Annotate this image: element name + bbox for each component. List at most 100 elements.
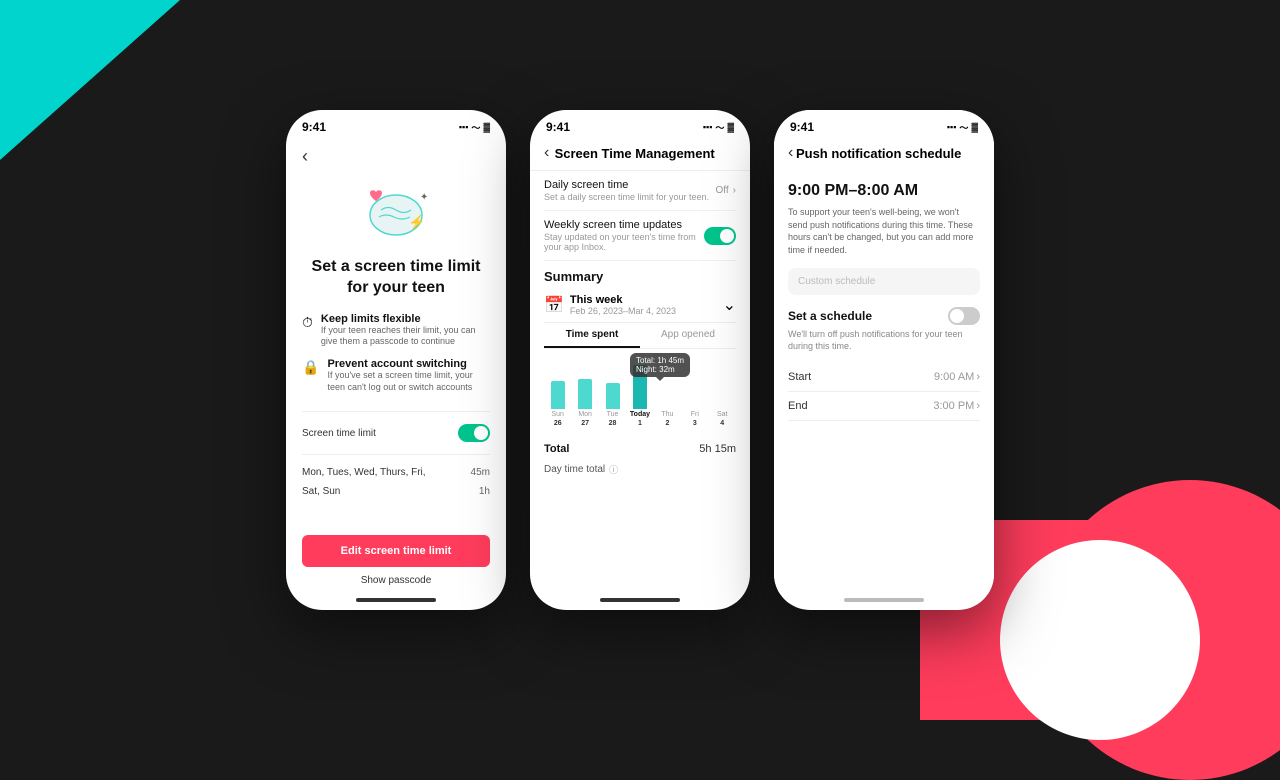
end-time-row[interactable]: End 3:00 PM › — [788, 392, 980, 421]
week-selector[interactable]: 📅 This week Feb 26, 2023–Mar 4, 2023 ⌄ — [544, 288, 736, 323]
chart-tabs: Time spent App opened — [544, 323, 736, 349]
tab-app-opened[interactable]: App opened — [640, 323, 736, 348]
status-icons-3: ▪▪▪ 〜 ▓ — [947, 121, 978, 134]
schedule-weekend-label: Sat, Sun — [302, 486, 340, 497]
edit-screen-time-btn[interactable]: Edit screen time limit — [302, 535, 490, 567]
bar-sun-value — [551, 381, 565, 409]
schedule-weekdays-row: Mon, Tues, Wed, Thurs, Fri, 45m — [302, 463, 490, 482]
total-label: Total — [544, 443, 569, 455]
tab-time-spent[interactable]: Time spent — [544, 323, 640, 348]
wifi-icon-2: 〜 — [715, 121, 724, 134]
phone-screen-time-management: 9:41 ▪▪▪ 〜 ▓ ‹ Screen Time Management Da… — [530, 110, 750, 610]
divider-1 — [302, 411, 490, 412]
phone3-content: ‹ Push notification schedule 9:00 PM–8:0… — [774, 138, 994, 594]
bg-white-arc — [1000, 540, 1200, 740]
svg-text:✦: ✦ — [420, 192, 428, 203]
daily-label: Daily screen time — [544, 179, 709, 191]
battery-icon-2: ▓ — [727, 122, 734, 132]
weekly-toggle[interactable] — [704, 227, 736, 245]
divider-2 — [302, 454, 490, 455]
wifi-icon: 〜 — [471, 121, 480, 134]
phone2-nav-title: Screen Time Management — [549, 146, 720, 161]
battery-icon: ▓ — [483, 122, 490, 132]
total-value: 5h 15m — [699, 443, 736, 455]
phones-container: 9:41 ▪▪▪ 〜 ▓ ‹ ✦ — [286, 110, 994, 610]
set-schedule-row: Set a schedule — [788, 307, 980, 325]
schedule-weekend-row: Sat, Sun 1h — [302, 482, 490, 501]
phone3-main: 9:00 PM–8:00 AM To support your teen's w… — [774, 170, 994, 594]
end-label: End — [788, 400, 808, 412]
phone2-content: ‹ Screen Time Management Daily screen ti… — [530, 138, 750, 594]
daily-sub: Set a daily screen time limit for your t… — [544, 192, 709, 202]
chevron-right-start: › — [976, 371, 980, 383]
brain-illustration: ✦ ⚡ — [346, 175, 446, 245]
calendar-icon: 📅 — [544, 295, 564, 315]
daily-screen-time-row[interactable]: Daily screen time Set a daily screen tim… — [544, 171, 736, 211]
bar-mon: Mon 27 — [573, 357, 596, 427]
home-indicator-2 — [600, 598, 680, 602]
set-schedule-desc: We'll turn off push notifications for yo… — [788, 329, 980, 352]
set-schedule-label: Set a schedule — [788, 309, 872, 323]
feature2-title: Prevent account switching — [327, 358, 490, 370]
daily-value: Off — [716, 185, 729, 196]
status-time-1: 9:41 — [302, 120, 326, 134]
screen-time-limit-row: Screen time limit — [302, 420, 490, 446]
screen-time-limit-label: Screen time limit — [302, 428, 376, 439]
phone1-main-title: Set a screen time limit for your teen — [302, 257, 490, 299]
show-passcode-btn[interactable]: Show passcode — [353, 567, 440, 594]
phone3-navbar: ‹ Push notification schedule — [774, 138, 994, 170]
feature1-title: Keep limits flexible — [321, 313, 490, 325]
wifi-icon-3: 〜 — [959, 121, 968, 134]
bar-tue: Tue 28 — [601, 357, 624, 427]
schedule-weekdays-value: 45m — [471, 467, 490, 478]
weekly-label: Weekly screen time updates — [544, 219, 704, 231]
set-schedule-toggle[interactable] — [948, 307, 980, 325]
bar-chart: Total: 1h 45m Night: 32m Sun 26 — [544, 353, 736, 433]
schedule-weekdays-label: Mon, Tues, Wed, Thurs, Fri, — [302, 467, 426, 478]
weekly-updates-row: Weekly screen time updates Stay updated … — [544, 211, 736, 261]
phone3-nav-title: Push notification schedule — [793, 146, 964, 161]
phone-screen-time-limit: 9:41 ▪▪▪ 〜 ▓ ‹ ✦ — [286, 110, 506, 610]
custom-schedule-placeholder: Custom schedule — [798, 276, 875, 287]
lock-icon: 🔒 — [302, 359, 319, 376]
status-bar-3: 9:41 ▪▪▪ 〜 ▓ — [774, 110, 994, 138]
total-section: Total 5h 15m Day time total ⓘ — [544, 433, 736, 482]
push-time-range: 9:00 PM–8:00 AM — [788, 182, 980, 200]
status-bar-1: 9:41 ▪▪▪ 〜 ▓ — [286, 110, 506, 138]
screen-time-toggle[interactable] — [458, 424, 490, 442]
bar-sun: Sun 26 — [546, 357, 569, 427]
bar-sat: Sat 4 — [711, 357, 734, 427]
signal-icon: ▪▪▪ — [459, 122, 469, 132]
phone1-content: ‹ ✦ ⚡ Set a screen time limit for — [286, 138, 506, 594]
start-time-row[interactable]: Start 9:00 AM › — [788, 363, 980, 392]
phone2-navbar: ‹ Screen Time Management — [530, 138, 750, 171]
custom-schedule-field[interactable]: Custom schedule — [788, 268, 980, 295]
status-icons-1: ▪▪▪ 〜 ▓ — [459, 121, 490, 134]
bars-container: Sun 26 Mon 27 — [544, 369, 736, 427]
tooltip-night: Night: 32m — [636, 365, 684, 374]
feature2-desc: If you've set a screen time limit, your … — [327, 370, 490, 393]
feature-keep-limits: ⏱ Keep limits flexible If your teen reac… — [302, 313, 490, 348]
info-icon: ⓘ — [609, 463, 618, 476]
chevron-right-end: › — [976, 400, 980, 412]
battery-icon-3: ▓ — [971, 122, 978, 132]
daytime-row: Day time total ⓘ — [544, 459, 736, 476]
chevron-right-icon: › — [733, 185, 736, 196]
svg-text:⚡: ⚡ — [408, 214, 425, 231]
status-time-3: 9:41 — [790, 120, 814, 134]
signal-icon-3: ▪▪▪ — [947, 122, 957, 132]
back-arrow-1[interactable]: ‹ — [302, 146, 308, 167]
week-date: Feb 26, 2023–Mar 4, 2023 — [570, 306, 676, 316]
status-icons-2: ▪▪▪ 〜 ▓ — [703, 121, 734, 134]
schedule-weekend-value: 1h — [479, 486, 490, 497]
status-time-2: 9:41 — [546, 120, 570, 134]
summary-title: Summary — [544, 261, 736, 288]
feature-prevent-switching: 🔒 Prevent account switching If you've se… — [302, 358, 490, 393]
daytime-label: Day time total — [544, 464, 605, 475]
phone-push-notification: 9:41 ▪▪▪ 〜 ▓ ‹ Push notification schedul… — [774, 110, 994, 610]
status-bar-2: 9:41 ▪▪▪ 〜 ▓ — [530, 110, 750, 138]
weekly-sub: Stay updated on your teen's time from yo… — [544, 232, 704, 252]
start-label: Start — [788, 371, 811, 383]
chevron-down-icon: ⌄ — [723, 295, 736, 315]
chart-tooltip: Total: 1h 45m Night: 32m — [630, 353, 690, 377]
